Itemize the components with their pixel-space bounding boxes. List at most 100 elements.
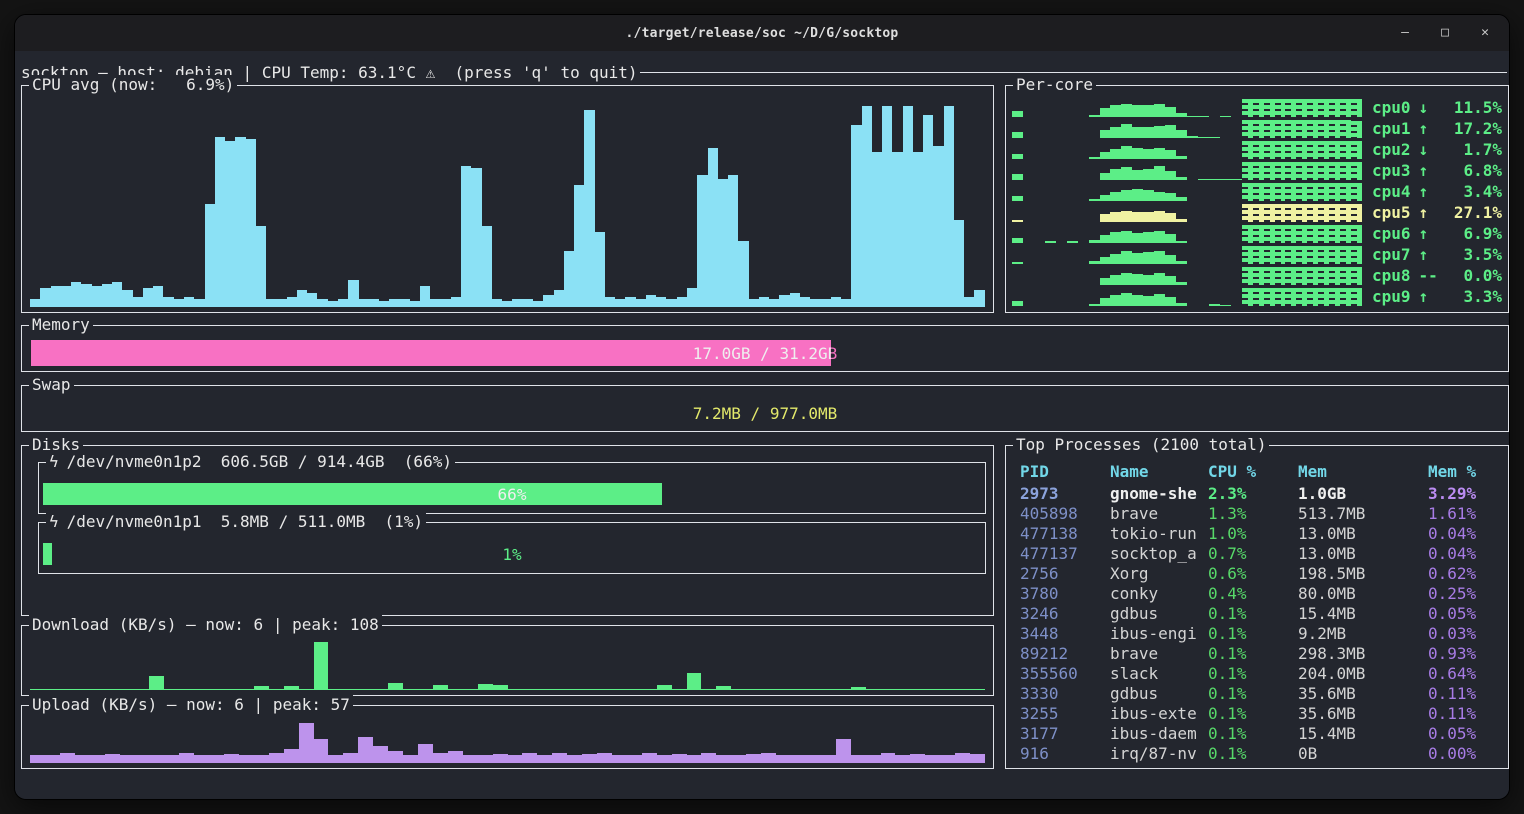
chart-bar [1318, 246, 1329, 264]
core-sparkline [1012, 287, 1362, 306]
chart-bar [1340, 120, 1351, 138]
core-row: cpu4↑ 3.4% [1012, 182, 1502, 201]
chart-bar [1318, 141, 1329, 159]
chart-bar [1285, 162, 1296, 180]
chart-bar [881, 689, 896, 690]
chart-bar [636, 299, 646, 307]
chart-bar [970, 689, 985, 690]
chart-bar [955, 689, 970, 690]
process-cell: gnome-she [1110, 484, 1208, 504]
chart-bar [821, 689, 836, 690]
chart-bar [1110, 127, 1121, 138]
core-label: cpu6↑ 6.9% [1372, 224, 1502, 243]
process-row[interactable]: 3177ibus-daem0.1%15.4MB0.05% [1020, 724, 1502, 744]
chart-bar [1264, 99, 1275, 117]
chart-bar [418, 744, 433, 763]
chart-bar [224, 754, 239, 763]
chart-bar [389, 299, 399, 307]
chart-bar [314, 739, 329, 763]
process-row[interactable]: 405898brave1.3%513.7MB1.61% [1020, 504, 1502, 524]
process-row[interactable]: 3246gdbus0.1%15.4MB0.05% [1020, 604, 1502, 624]
chart-bar [359, 299, 369, 307]
window-titlebar[interactable]: ./target/release/soc ~/D/G/socktop – □ ✕ [15, 15, 1509, 51]
chart-bar [687, 288, 697, 307]
chart-bar [224, 689, 239, 690]
close-icon[interactable]: ✕ [1477, 15, 1493, 51]
process-cell: 80.0MB [1298, 584, 1428, 604]
chart-bar [718, 179, 728, 307]
process-row[interactable]: 477138tokio-run1.0%13.0MB0.04% [1020, 524, 1502, 544]
process-row[interactable]: 3255ibus-exte0.1%35.6MB0.11% [1020, 704, 1502, 724]
process-cell: 513.7MB [1298, 504, 1428, 524]
chart-bar [1198, 179, 1209, 180]
process-row[interactable]: 355560slack0.1%204.0MB0.64% [1020, 664, 1502, 684]
process-cell: 0.04% [1428, 544, 1502, 564]
chart-bar [1176, 261, 1187, 264]
core-name: cpu7 [1372, 245, 1411, 264]
process-row[interactable]: 2756Xorg0.6%198.5MB0.62% [1020, 564, 1502, 584]
process-cell: 2973 [1020, 484, 1110, 504]
chart-bar [430, 299, 440, 307]
process-cell: 1.3% [1208, 504, 1298, 524]
panel-swap-title: Swap [29, 375, 74, 395]
chart-bar [1132, 127, 1143, 138]
chart-bar [1253, 246, 1264, 264]
chart-bar [1253, 120, 1264, 138]
chart-bar [1100, 257, 1111, 264]
chart-bar [1165, 150, 1176, 159]
process-cell: 298.3MB [1298, 644, 1428, 664]
chart-bar [1307, 246, 1318, 264]
maximize-icon[interactable]: □ [1437, 15, 1453, 51]
process-row[interactable]: 3780conky0.4%80.0MB0.25% [1020, 584, 1502, 604]
column-header[interactable]: Mem [1298, 462, 1428, 484]
chart-bar [1176, 282, 1187, 285]
process-row[interactable]: 477137socktop_a0.7%13.0MB0.04% [1020, 544, 1502, 564]
process-row[interactable]: 89212brave0.1%298.3MB0.93% [1020, 644, 1502, 664]
chart-bar [866, 689, 881, 690]
column-header[interactable]: CPU % [1208, 462, 1298, 484]
column-header[interactable]: Name [1110, 462, 1208, 484]
process-row[interactable]: 916irq/87-nv0.1%0B0.00% [1020, 744, 1502, 764]
core-name: cpu3 [1372, 161, 1411, 180]
chart-bar [388, 683, 403, 690]
process-row[interactable]: 3330gdbus0.1%35.6MB0.11% [1020, 684, 1502, 704]
chart-bar [1220, 179, 1231, 180]
terminal-window: ./target/release/soc ~/D/G/socktop – □ ✕… [14, 14, 1510, 800]
process-cell: 477137 [1020, 544, 1110, 564]
process-cell: 3255 [1020, 704, 1110, 724]
chart-bar [348, 280, 358, 307]
chart-bar [1340, 183, 1351, 201]
disk-percent: (1%) [385, 512, 424, 531]
core-trend-icon: -- [1419, 266, 1438, 285]
status-rule [640, 72, 1508, 73]
chart-bar [284, 686, 299, 690]
chart-bar [1110, 149, 1121, 159]
chart-bar [746, 754, 761, 763]
chart-bar [1012, 238, 1023, 243]
process-row[interactable]: 3448ibus-engi0.1%9.2MB0.03% [1020, 624, 1502, 644]
memory-gauge: 17.0GB / 31.2GB17.0GB / 31.2GB [31, 340, 1499, 366]
chart-bar [90, 689, 105, 690]
chart-bar [1351, 288, 1362, 306]
panel-upload: Upload (KB/s) — now: 6 | peak: 57 [21, 705, 994, 769]
minimize-icon[interactable]: – [1397, 15, 1413, 51]
chart-bar [1264, 183, 1275, 201]
chart-bar [964, 297, 974, 307]
process-cell: 0.4% [1208, 584, 1298, 604]
chart-bar [373, 689, 388, 690]
column-header[interactable]: PID [1020, 462, 1110, 484]
chart-bar [810, 299, 820, 307]
column-header[interactable]: Mem % [1428, 462, 1502, 484]
chart-bar [903, 106, 913, 307]
chart-bar [646, 295, 656, 307]
process-cell: 0.05% [1428, 604, 1502, 624]
window-controls: – □ ✕ [1397, 15, 1493, 51]
process-row[interactable]: 2973gnome-she2.3%1.0GB3.29% [1020, 484, 1502, 504]
chart-bar [1165, 193, 1176, 201]
chart-bar [1209, 137, 1220, 138]
chart-bar [122, 290, 132, 307]
chart-bar [433, 685, 448, 690]
chart-bar [597, 689, 612, 690]
chart-bar [1154, 104, 1165, 117]
chart-bar [1307, 288, 1318, 306]
